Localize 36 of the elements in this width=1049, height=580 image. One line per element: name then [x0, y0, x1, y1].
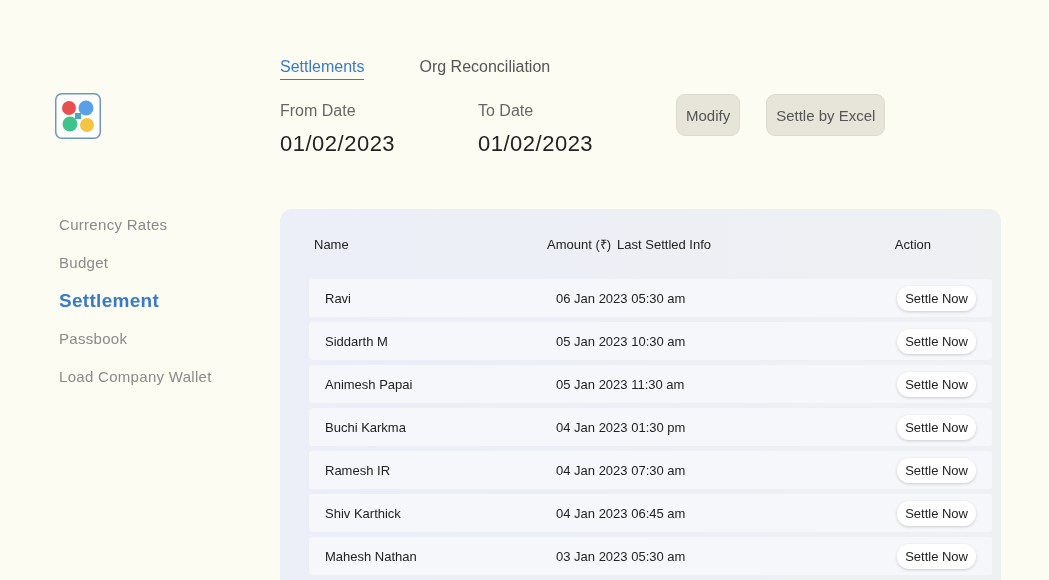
date-label: From Date [280, 102, 356, 120]
tab[interactable]: Org Reconciliation [419, 58, 551, 80]
date-value[interactable]: 01/02/2023 [280, 131, 396, 157]
sidebar-item[interactable]: Settlement [59, 282, 160, 320]
table-cell-text: Animesh Papai [325, 376, 414, 392]
excel-button[interactable]: Settle by Excel [766, 94, 886, 136]
tab[interactable]: Settlements [280, 58, 365, 80]
column-header: Action [894, 236, 931, 252]
column-header: Amount (₹) [547, 236, 612, 253]
settle-button[interactable]: Settle Now [897, 500, 976, 526]
sidebar-item[interactable]: Passbook [59, 320, 128, 358]
table-cell-text: 03 Jan 2023 05:30 am [556, 548, 687, 564]
logo-icon [55, 93, 101, 139]
table-cell-text: Ravi [325, 290, 352, 306]
column-header: Last Settled Info [617, 236, 713, 252]
table-cell-text: Ramesh IR [325, 462, 392, 478]
table-cell-text: 05 Jan 2023 10:30 am [556, 333, 687, 349]
settle-button[interactable]: Settle Now [897, 328, 976, 354]
table-cell-text: Shiv Karthick [325, 505, 402, 521]
settle-button[interactable]: Settle Now [897, 543, 976, 569]
table-cell-text: 04 Jan 2023 01:30 pm [556, 419, 687, 435]
column-header: Name [314, 236, 350, 252]
table-cell-text: 04 Jan 2023 07:30 am [556, 462, 687, 478]
date-label: To Date [478, 102, 534, 120]
table-cell-text: Buchi Karkma [325, 419, 407, 435]
settle-button[interactable]: Settle Now [897, 414, 976, 440]
settle-button[interactable]: Settle Now [897, 457, 976, 483]
settle-button[interactable]: Settle Now [897, 371, 976, 397]
table-cell-text: 06 Jan 2023 05:30 am [556, 290, 687, 306]
table-cell-text: 04 Jan 2023 06:45 am [556, 505, 687, 521]
table-cell-text: Mahesh Nathan [325, 548, 418, 564]
modify-button[interactable]: Modify [676, 94, 741, 136]
settle-button[interactable]: Settle Now [897, 285, 976, 311]
table-cell-text: 05 Jan 2023 11:30 am [556, 376, 686, 392]
date-value[interactable]: 01/02/2023 [478, 131, 594, 157]
table-cell-text: Siddarth M [325, 333, 389, 349]
